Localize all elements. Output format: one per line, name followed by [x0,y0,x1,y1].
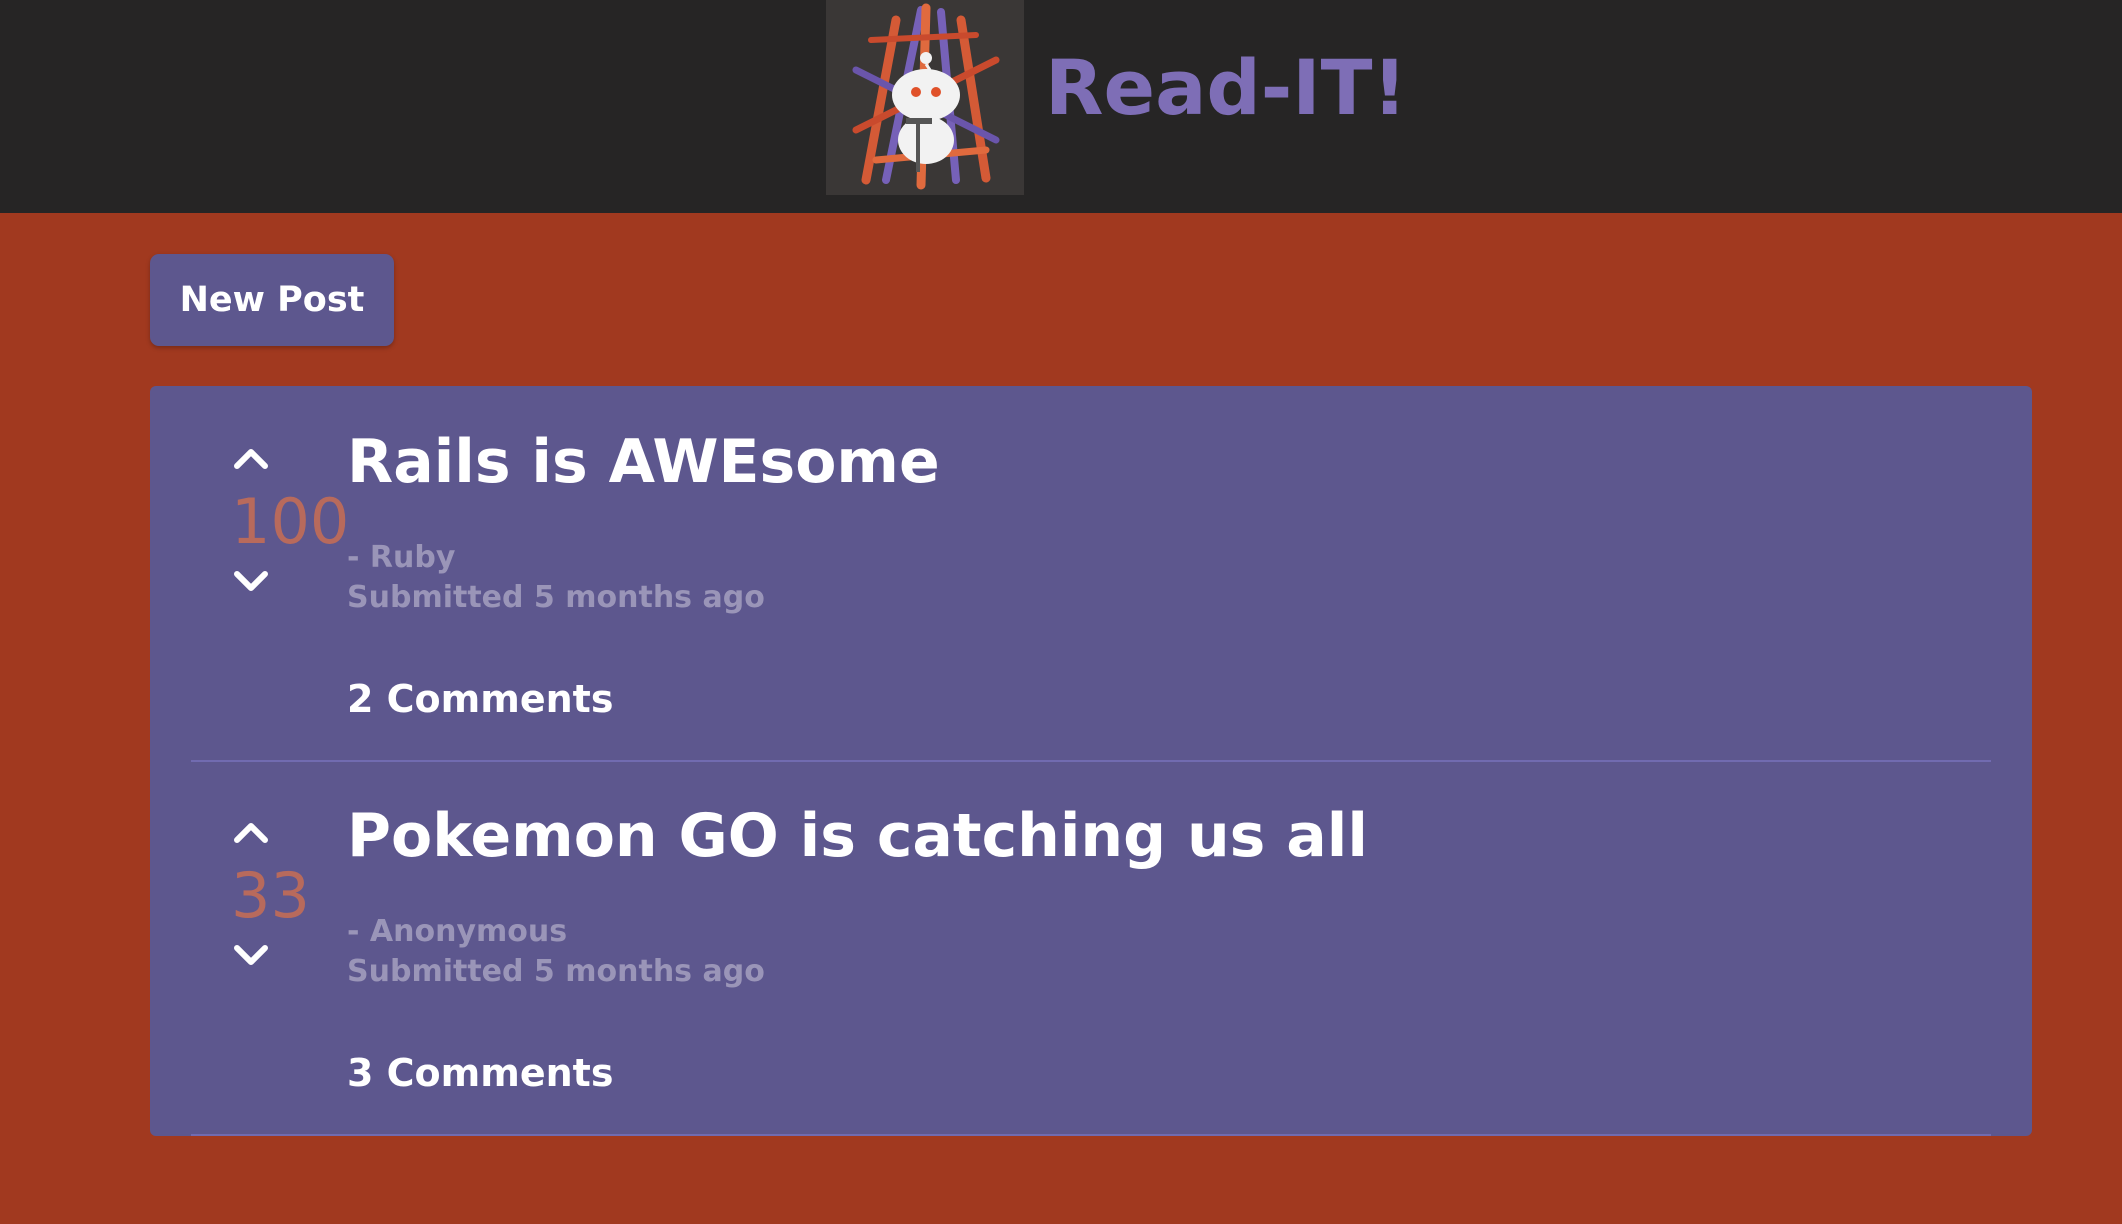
post-author: - Anonymous [347,914,568,949]
comments-link[interactable]: 2 Comments [347,674,613,724]
post-author: - Ruby [347,540,456,575]
post-title-link[interactable]: Pokemon GO is catching us all [347,798,1368,874]
vote-score: 33 [231,859,310,932]
new-post-button[interactable]: New Post [150,254,394,346]
chevron-down-icon [234,571,268,591]
downvote-button[interactable] [229,566,273,600]
post-item: 33 Pokemon GO is catching us all - Anony… [191,760,1991,1136]
vote-score: 100 [231,485,350,558]
site-logo[interactable] [826,0,1024,195]
post-title-link[interactable]: Rails is AWEsome [347,424,940,500]
chevron-up-icon [234,449,268,469]
comments-link[interactable]: 3 Comments [347,1048,613,1098]
upvote-button[interactable] [229,814,273,848]
chevron-up-icon [234,823,268,843]
site-header: Read-IT! [0,0,2122,213]
posts-panel: 100 Rails is AWEsome - Ruby Submitted 5 … [150,386,2032,1136]
downvote-button[interactable] [229,940,273,974]
post-item: 100 Rails is AWEsome - Ruby Submitted 5 … [191,386,1991,762]
chevron-down-icon [234,945,268,965]
post-submitted-time: Submitted 5 months ago [347,580,765,615]
post-submitted-time: Submitted 5 months ago [347,954,765,989]
upvote-button[interactable] [229,440,273,474]
reddit-alien-throne-logo-icon [826,0,1024,195]
site-title[interactable]: Read-IT! [1045,38,1407,138]
